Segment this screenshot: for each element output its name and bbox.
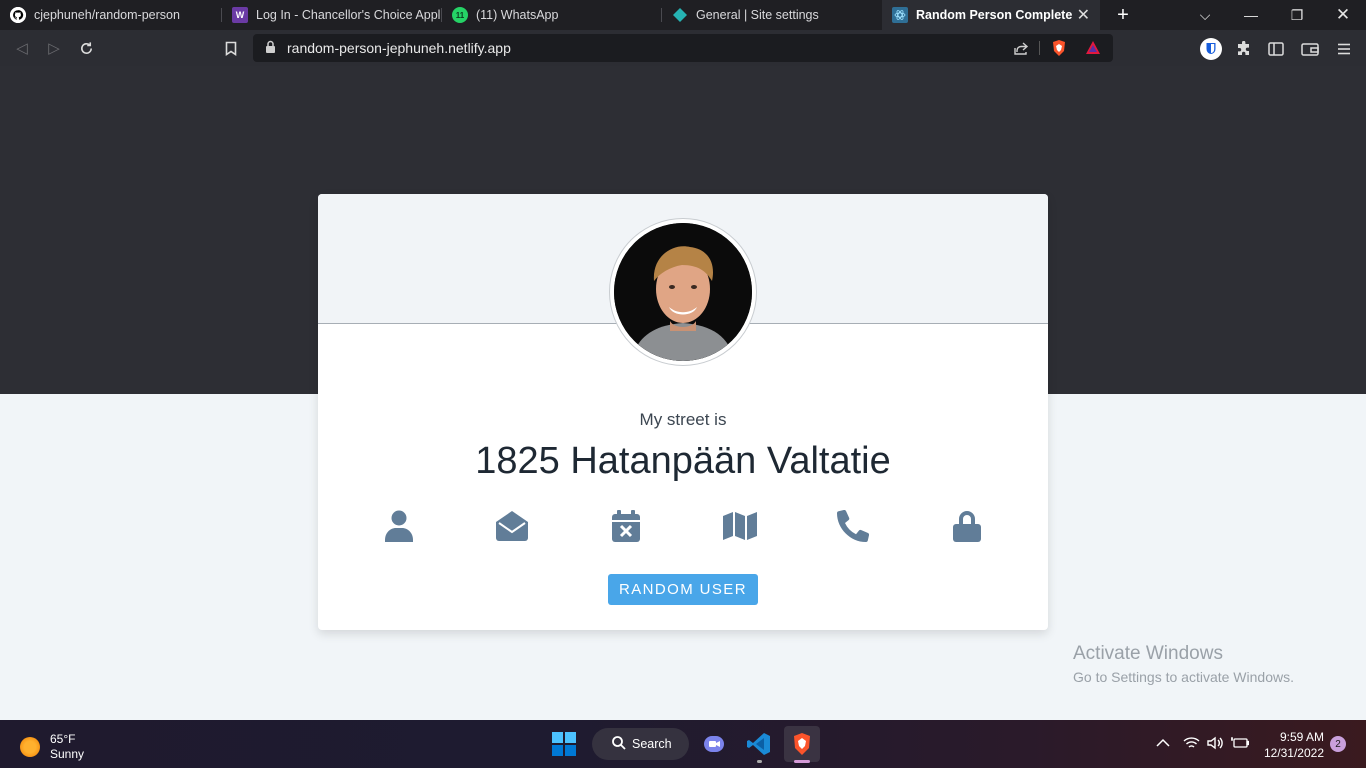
close-tab-icon[interactable]: ✕ [1077, 5, 1090, 25]
tab-site-settings[interactable]: General | Site settings [662, 0, 882, 30]
info-value: 1825 Hatanpään Valtatie [475, 440, 891, 482]
clock-date: 12/31/2022 [1263, 746, 1324, 760]
calendar-times-icon[interactable] [606, 506, 646, 546]
info-label: My street is [639, 410, 727, 429]
phone-icon[interactable] [833, 506, 873, 546]
share-icon[interactable] [1013, 40, 1029, 61]
user-photo [614, 223, 752, 361]
random-user-button[interactable]: RANDOM USER [608, 574, 758, 605]
reload-icon[interactable] [76, 38, 96, 58]
tab-whatsapp[interactable]: 11 (11) WhatsApp [442, 0, 662, 30]
wordpress-icon: W [232, 7, 248, 23]
sun-icon [20, 737, 40, 757]
weather-condition: Sunny [50, 747, 85, 761]
tab-random-person[interactable]: Random Person Complete ✕ [882, 0, 1100, 30]
address-bar[interactable]: random-person-jephuneh.netlify.app [253, 34, 1113, 62]
bitwarden-icon[interactable] [1200, 38, 1222, 60]
notification-badge[interactable]: 2 [1330, 736, 1346, 752]
wifi-icon[interactable] [1183, 736, 1200, 753]
search-icon [612, 735, 626, 753]
vscode-running-indicator [757, 760, 762, 763]
netlify-icon [672, 7, 688, 23]
weather-widget[interactable]: 65°F Sunny [20, 732, 84, 762]
tab-title: cjephuneh/random-person [34, 8, 180, 22]
brave-browser-icon[interactable] [784, 726, 820, 763]
github-icon [10, 7, 26, 23]
whatsapp-icon: 11 [452, 7, 468, 23]
user-card: My street is 1825 Hatanpään Valtatie RAN… [318, 194, 1048, 630]
brave-active-indicator [794, 760, 810, 763]
back-icon[interactable]: ◁ [12, 38, 32, 58]
map-icon[interactable] [720, 506, 760, 546]
tab-bar: cjephuneh/random-person W Log In - Chanc… [0, 0, 1366, 30]
tab-search-chevron-icon[interactable]: ⌵ [1182, 0, 1228, 30]
new-tab-button[interactable]: + [1108, 4, 1138, 27]
close-window-icon[interactable]: ✕ [1320, 0, 1366, 30]
battery-icon[interactable] [1231, 736, 1250, 753]
sidebar-icon[interactable] [1265, 38, 1287, 60]
tab-login[interactable]: W Log In - Chancellor's Choice Applic [222, 0, 442, 30]
tab-title: Log In - Chancellor's Choice Applic [256, 8, 442, 22]
lock-icon[interactable] [947, 506, 987, 546]
menu-icon[interactable] [1333, 38, 1355, 60]
activate-windows-watermark: Activate Windows Go to Settings to activ… [1073, 643, 1294, 685]
minimize-icon[interactable]: — [1228, 0, 1274, 30]
forward-icon[interactable]: ▷ [44, 38, 64, 58]
extensions-icon[interactable] [1233, 38, 1255, 60]
teams-chat-icon[interactable] [696, 726, 732, 762]
react-icon [892, 7, 908, 23]
brave-rewards-icon[interactable] [1085, 40, 1101, 60]
url-text: random-person-jephuneh.netlify.app [287, 40, 511, 56]
vscode-icon[interactable] [741, 726, 777, 763]
search-label: Search [632, 737, 672, 751]
tab-github[interactable]: cjephuneh/random-person [0, 0, 222, 30]
taskbar-search[interactable]: Search [592, 728, 689, 760]
envelope-open-icon[interactable] [492, 506, 532, 546]
bookmark-icon[interactable] [221, 38, 241, 58]
lock-icon [265, 40, 276, 59]
weather-temperature: 65°F [50, 732, 76, 746]
show-hidden-icons[interactable] [1156, 736, 1170, 751]
watermark-subtitle: Go to Settings to activate Windows. [1073, 669, 1294, 685]
tab-title: (11) WhatsApp [476, 8, 559, 22]
clock-time: 9:59 AM [1279, 730, 1324, 744]
url-divider [1039, 41, 1040, 55]
restore-icon[interactable]: ❐ [1274, 0, 1320, 30]
info-icon-row [318, 506, 1048, 546]
windows-start-icon[interactable] [546, 726, 582, 762]
wallet-icon[interactable] [1299, 38, 1321, 60]
user-icon[interactable] [379, 506, 419, 546]
system-clock[interactable]: 9:59 AM 12/31/2022 [1262, 729, 1324, 761]
volume-icon[interactable] [1207, 736, 1224, 753]
tab-title: General | Site settings [696, 8, 819, 22]
watermark-title: Activate Windows [1073, 643, 1223, 664]
tab-title: Random Person Complete [916, 8, 1073, 22]
avatar [609, 218, 757, 366]
brave-shields-icon[interactable] [1051, 39, 1067, 62]
